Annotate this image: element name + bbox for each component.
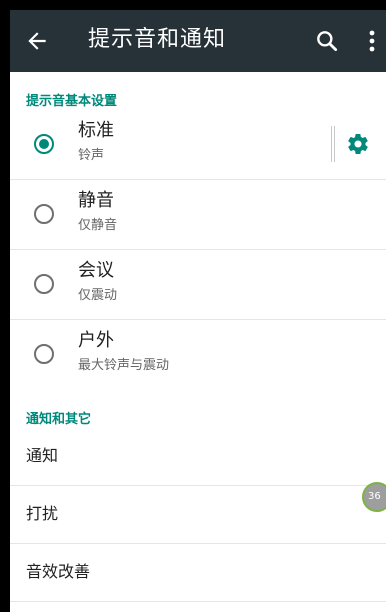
floating-assistant-ball[interactable]: 36 [362,482,386,512]
profile-summary: 最大铃声与震动 [78,358,170,373]
settings-item-disturb[interactable]: 打扰 [10,486,386,544]
radio-button-checked[interactable] [34,134,54,154]
profile-item-outdoor[interactable]: 户外 最大铃声与震动 [10,320,386,389]
radio-button[interactable] [34,274,54,294]
profile-label: 户外 [78,330,114,351]
profile-summary: 仅震动 [78,288,118,303]
settings-item-label: 打扰 [26,504,59,523]
section-header-basic: 提示音基本设置 [26,94,118,109]
section-header-other: 通知和其它 [26,412,92,427]
more-vert-icon[interactable] [362,28,382,54]
radio-button[interactable] [34,204,54,224]
page-title: 提示音和通知 [88,27,227,52]
settings-item-label: 音效改善 [26,562,91,581]
gear-icon[interactable] [346,132,370,156]
settings-item-notifications[interactable]: 通知 [10,428,386,486]
profile-summary: 铃声 [78,148,105,163]
radio-button[interactable] [34,344,54,364]
profile-item-meeting[interactable]: 会议 仅震动 [10,250,386,320]
arrow-back-icon[interactable] [24,28,50,54]
profile-summary: 仅静音 [78,218,118,233]
screen: 提示音和通知 提示音基本设置 标准 铃声 静音 仅静音 会议 仅震动 户外 最大 [10,10,386,612]
search-icon[interactable] [314,28,340,54]
app-toolbar: 提示音和通知 [10,10,386,72]
profile-item-standard[interactable]: 标准 铃声 [10,110,386,180]
settings-item-label: 通知 [26,446,59,465]
vertical-divider [331,126,335,162]
profile-label: 静音 [78,190,114,211]
settings-item-sound-effects[interactable]: 音效改善 [10,544,386,602]
profile-label: 会议 [78,260,114,281]
profile-item-silent[interactable]: 静音 仅静音 [10,180,386,250]
profile-label: 标准 [78,120,114,141]
